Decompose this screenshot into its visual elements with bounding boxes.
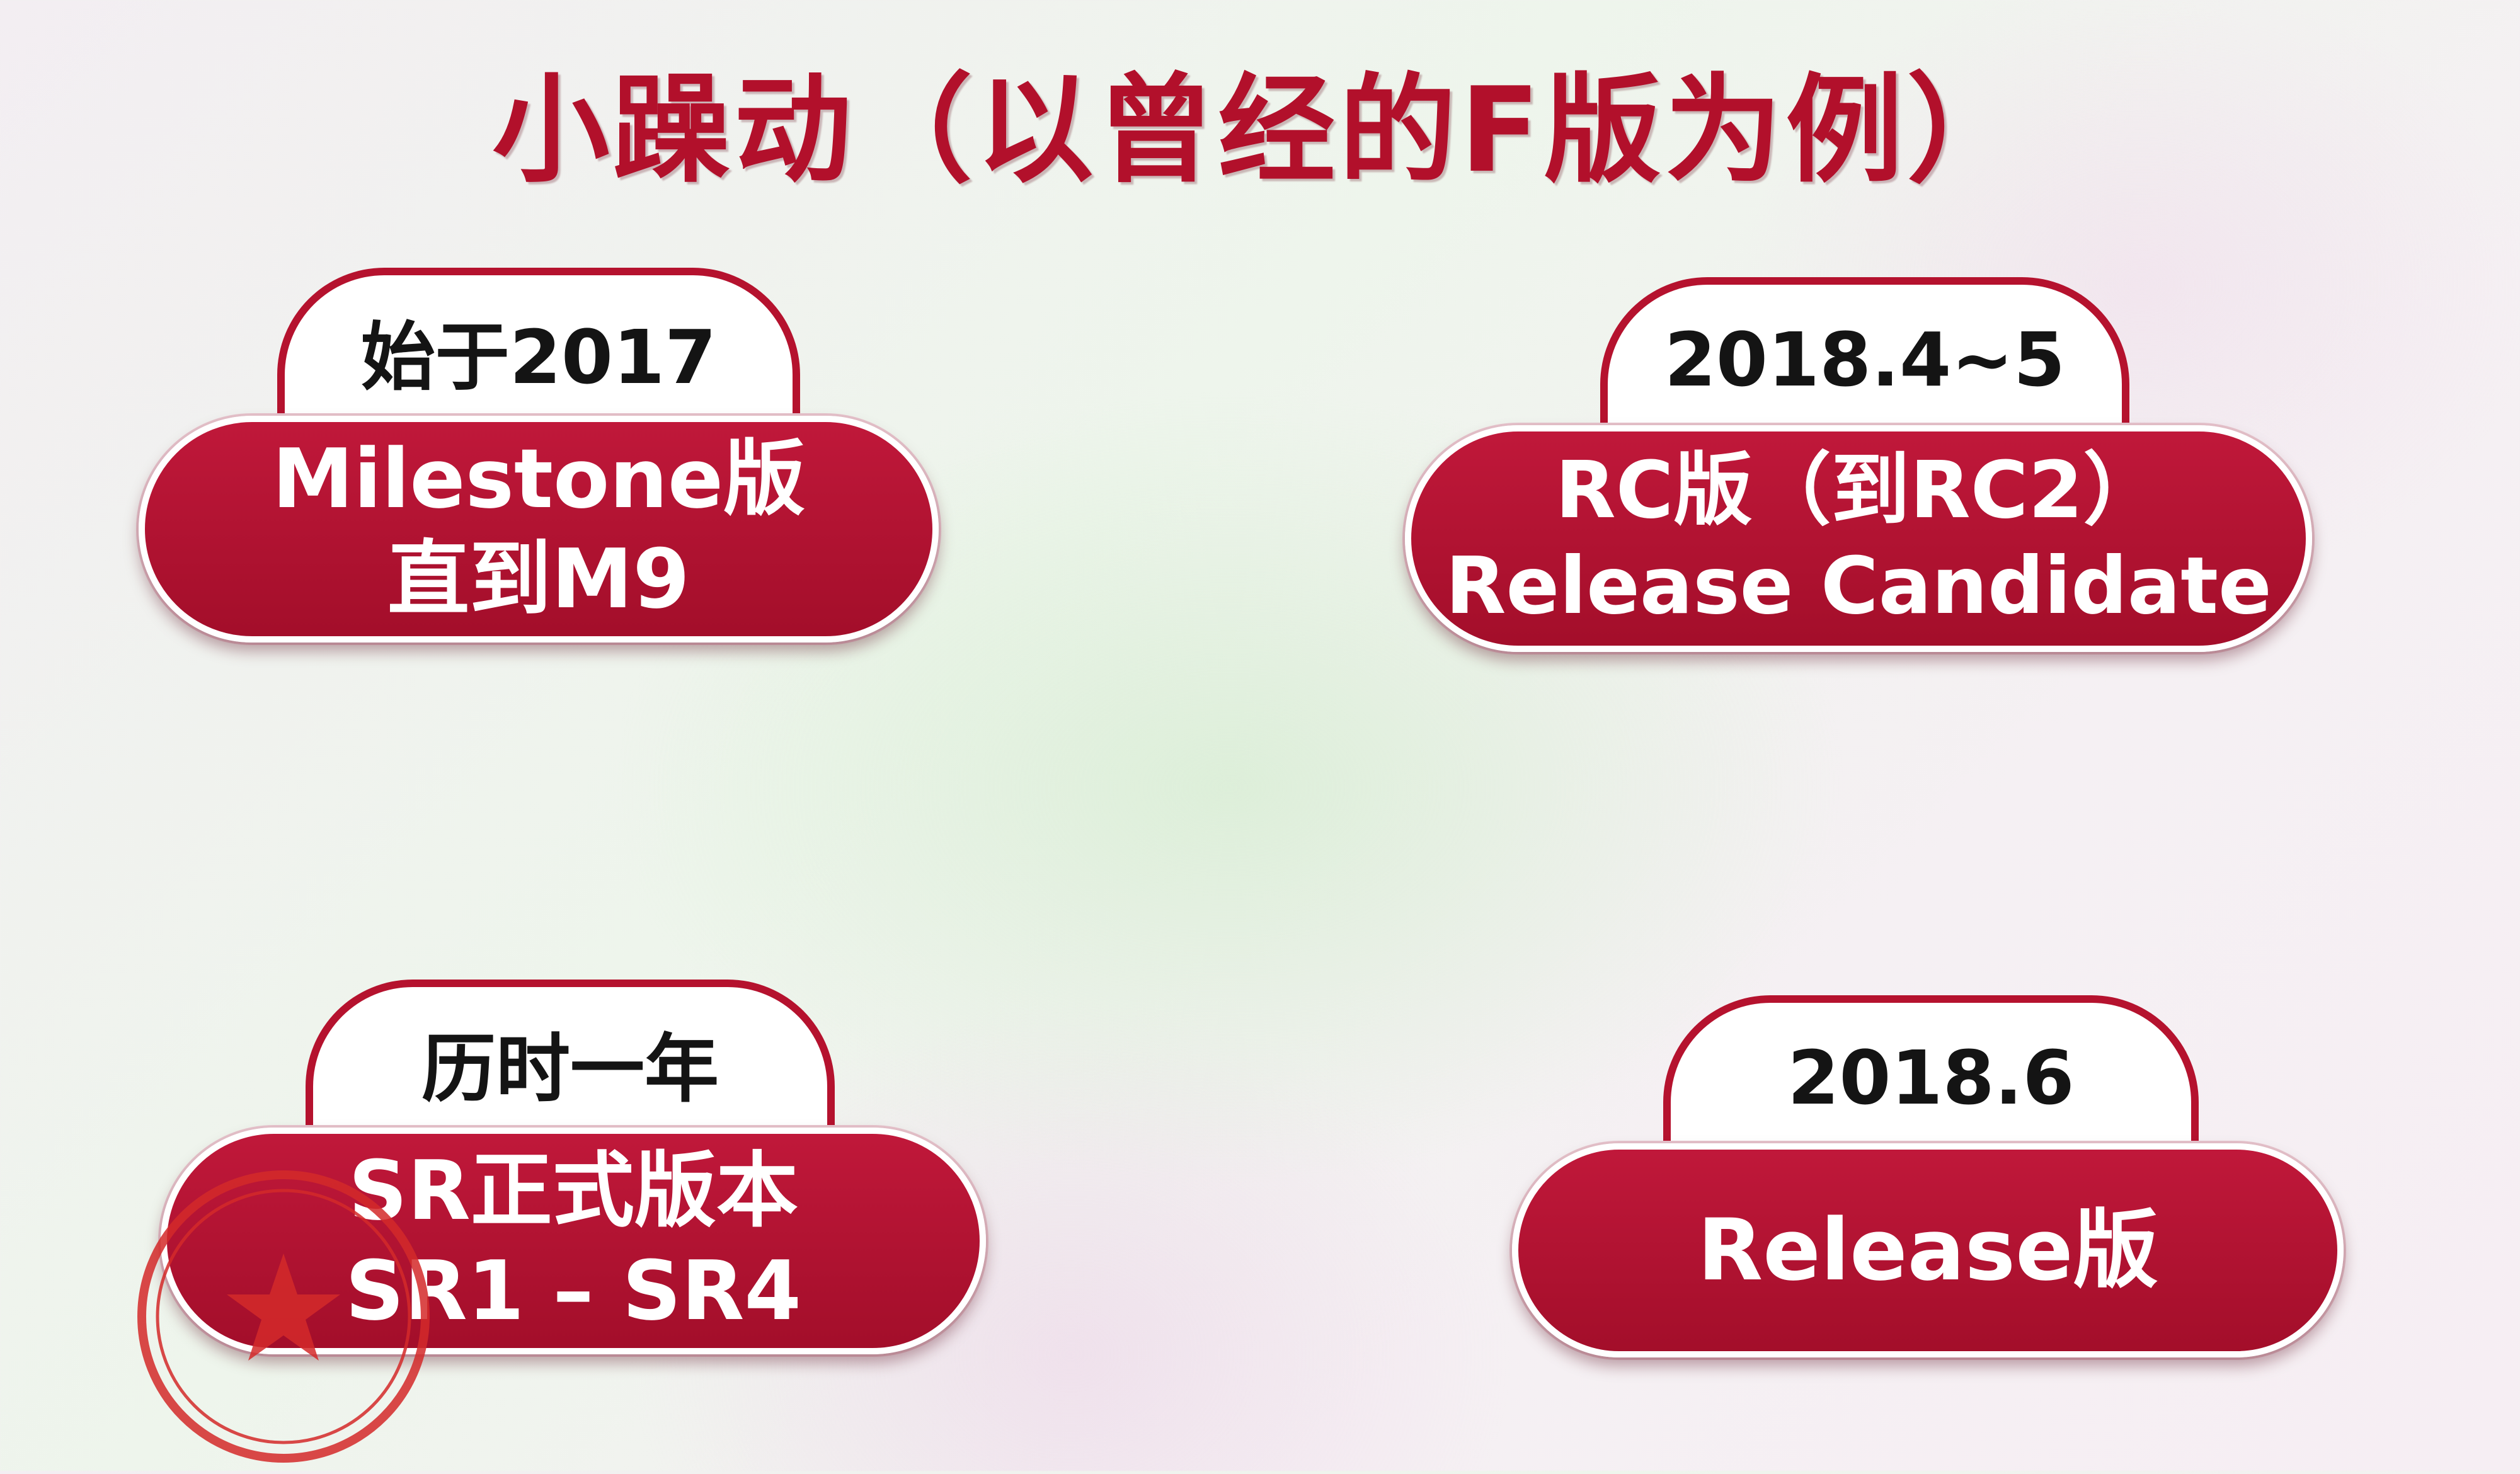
pill-line: Release Candidate [1445, 540, 2272, 632]
cap-label: 2018.6 [1787, 1034, 2075, 1121]
watermark-stamp-icon [137, 1170, 430, 1463]
block-cap: 2018.4~5 [1600, 277, 2129, 428]
cap-label: 历时一年 [421, 1025, 719, 1112]
block-pill: RC版（到RC2） Release Candidate [1405, 425, 2312, 652]
slide-title: 小躁动（以曾经的F版为例） [492, 62, 2028, 198]
cap-label: 始于2017 [360, 313, 717, 401]
pill-line: 直到M9 [387, 531, 690, 627]
block-cap: 始于2017 [277, 268, 800, 419]
pill-line: RC版（到RC2） [1555, 444, 2162, 536]
block-pill: Milestone版 直到M9 [139, 416, 939, 643]
cap-label: 2018.4~5 [1664, 316, 2066, 403]
pill-line: Release版 [1697, 1200, 2158, 1300]
slide: 小躁动（以曾经的F版为例） 始于2017 Milestone版 直到M9 201… [0, 0, 2520, 1471]
block-pill: Release版 [1512, 1143, 2344, 1357]
block-cap: 2018.6 [1663, 995, 2199, 1146]
pill-line: Milestone版 [272, 431, 806, 527]
block-cap: 历时一年 [306, 980, 835, 1131]
